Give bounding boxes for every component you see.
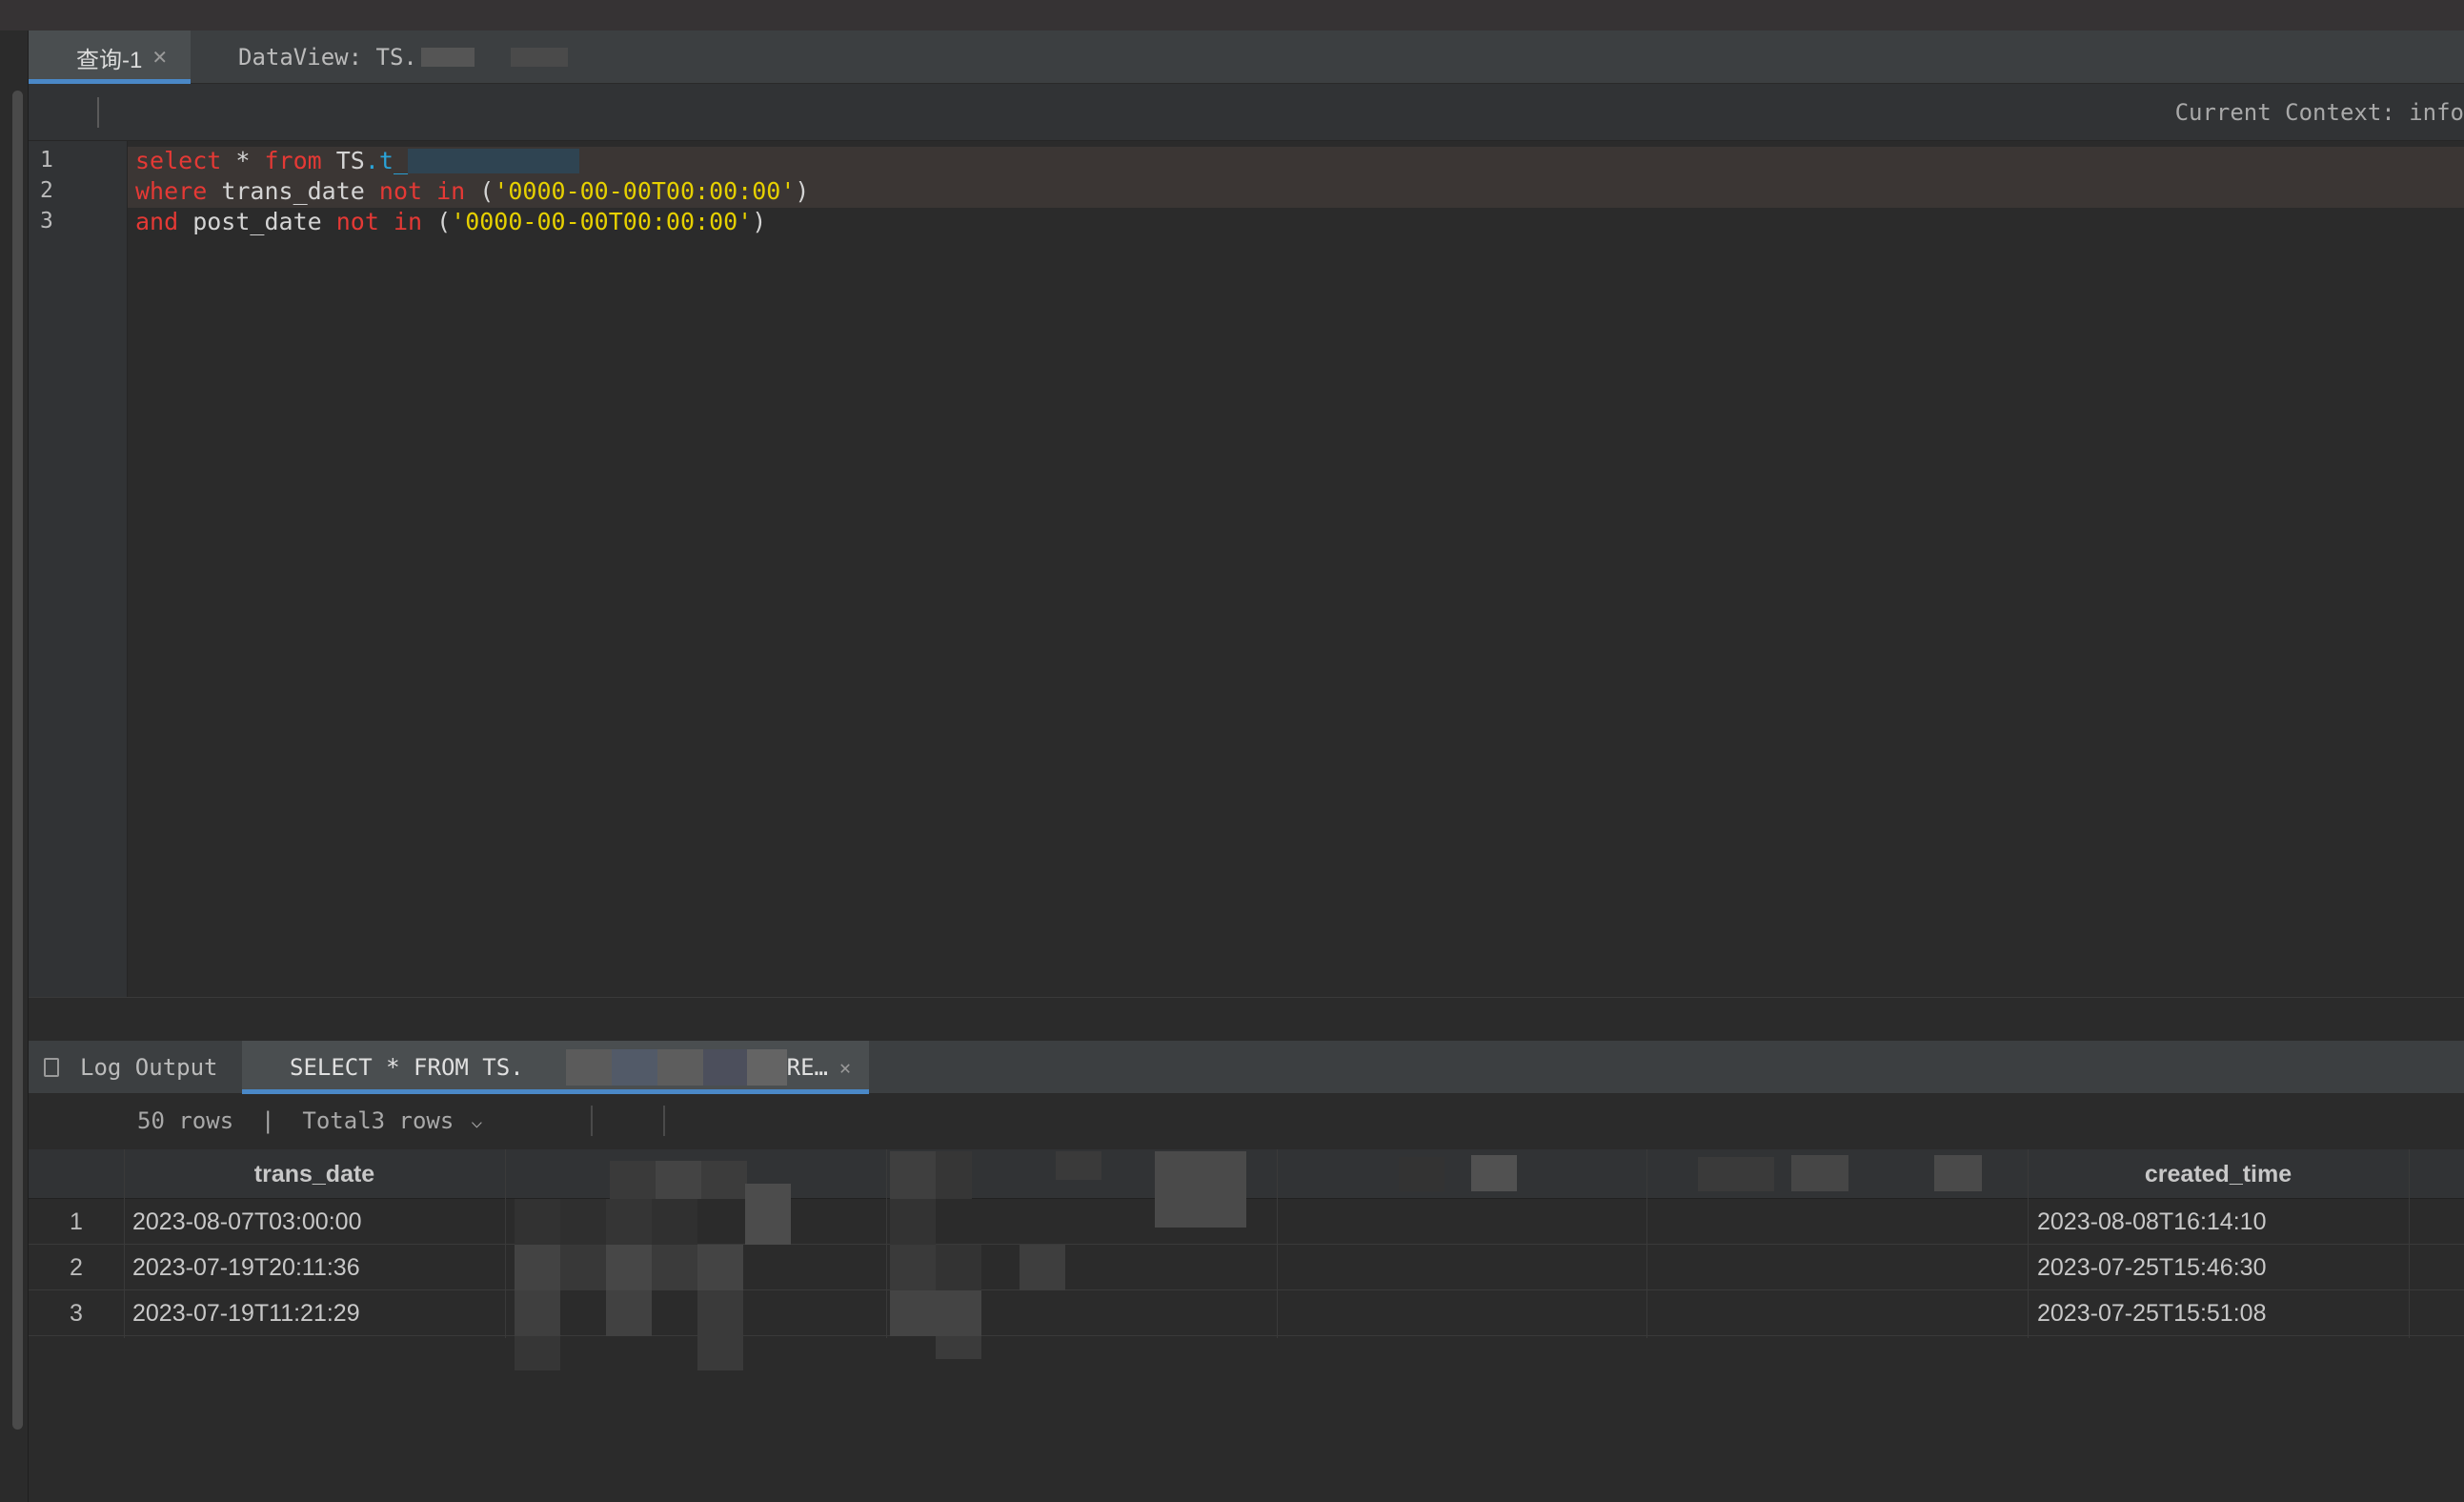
current-context-label: Current Context: info: [2174, 99, 2464, 126]
results-splitter[interactable]: [29, 997, 2464, 1041]
code-line-3[interactable]: and post_date not in ('0000-00-00T00:00:…: [135, 208, 766, 235]
close-icon[interactable]: ✕: [839, 1056, 851, 1079]
column-header-trans-date[interactable]: trans_date: [124, 1149, 505, 1199]
redacted-block: [420, 48, 475, 67]
cell-created-time[interactable]: 2023-08-08T16:14:10: [2037, 1208, 2266, 1236]
redacted-block: [510, 48, 568, 67]
keyword: where: [135, 177, 208, 205]
tab-label: 查询-1: [76, 47, 143, 73]
rows-info-label: 50 rows | Total3 rows: [137, 1107, 454, 1134]
paren: (: [422, 208, 452, 235]
results-tab-bar: Log Output SELECT * FROM TS. RE… ✕: [29, 1041, 2464, 1094]
line-number: 2: [40, 178, 53, 203]
tab-query-1[interactable]: 查询-1 ✕: [29, 30, 191, 84]
code-line-2[interactable]: where trans_date not in ('0000-00-00T00:…: [135, 177, 809, 205]
row-number: 3: [70, 1300, 83, 1327]
tab-label: Log Output: [80, 1054, 218, 1081]
column-header-created-time[interactable]: created_time: [2028, 1149, 2409, 1199]
column-name: trans_date: [207, 177, 379, 205]
string-literal: '0000-00-00T00:00:00': [494, 177, 796, 205]
cell-trans-date[interactable]: 2023-08-07T03:00:00: [132, 1208, 361, 1236]
line-number: 1: [40, 148, 53, 173]
redacted-columns-mosaic: [515, 1151, 1982, 1370]
paren: ): [795, 177, 810, 205]
cell-trans-date[interactable]: 2023-07-19T11:21:29: [132, 1300, 360, 1328]
editor-tab-bar: 查询-1 ✕ DataView: TS.: [29, 30, 2464, 84]
string-literal: '0000-00-00T00:00:00': [451, 208, 753, 235]
keyword: and: [135, 208, 179, 235]
toolbar-divider: [591, 1106, 593, 1136]
line-number-gutter: [29, 141, 128, 997]
paren: ): [752, 208, 767, 235]
redacted-block: [565, 1049, 787, 1086]
vertical-scrollbar[interactable]: [12, 91, 23, 1430]
tab-label: SELECT * FROM TS.: [290, 1054, 524, 1081]
toolbar-divider: [97, 97, 99, 128]
tab-log-output[interactable]: Log Output: [44, 1041, 218, 1094]
cell-created-time[interactable]: 2023-07-25T15:46:30: [2037, 1254, 2266, 1282]
keyword: not: [335, 208, 379, 235]
chevron-down-icon: ⌵: [471, 1109, 483, 1132]
editor-toolbar: [29, 84, 2464, 141]
schema-name: TS: [321, 147, 365, 174]
keyword: in: [378, 208, 423, 235]
row-number: 1: [70, 1208, 83, 1235]
code-line-1[interactable]: select * from TS.t_: [135, 147, 579, 174]
row-count-selector[interactable]: 50 rows | Total3 rows ⌵: [137, 1094, 482, 1147]
cell-created-time[interactable]: 2023-07-25T15:51:08: [2037, 1300, 2266, 1328]
close-icon[interactable]: ✕: [151, 46, 168, 70]
grid-toolbar: 50 rows | Total3 rows ⌵: [29, 1094, 2464, 1147]
tab-label: DataView: TS.: [238, 44, 417, 71]
redacted-block: [408, 149, 579, 173]
sql-editor[interactable]: [29, 141, 2464, 997]
tab-select-result[interactable]: SELECT * FROM TS. RE… ✕: [242, 1041, 869, 1094]
paren: (: [465, 177, 495, 205]
window-title-strip: [0, 0, 2464, 30]
table-name: .t_: [364, 147, 408, 174]
keyword: select: [135, 147, 222, 174]
document-icon: [44, 1058, 59, 1077]
toolbar-divider: [663, 1106, 665, 1136]
cell-trans-date[interactable]: 2023-07-19T20:11:36: [132, 1254, 360, 1282]
keyword: not: [378, 177, 423, 205]
line-number: 3: [40, 209, 53, 233]
keyword: in: [422, 177, 466, 205]
row-number: 2: [70, 1254, 83, 1281]
column-name: post_date: [178, 208, 336, 235]
tab-dataview[interactable]: DataView: TS.: [238, 30, 568, 84]
operator: *: [221, 147, 265, 174]
tab-label-suffix: RE…: [786, 1054, 828, 1081]
keyword: from: [264, 147, 322, 174]
